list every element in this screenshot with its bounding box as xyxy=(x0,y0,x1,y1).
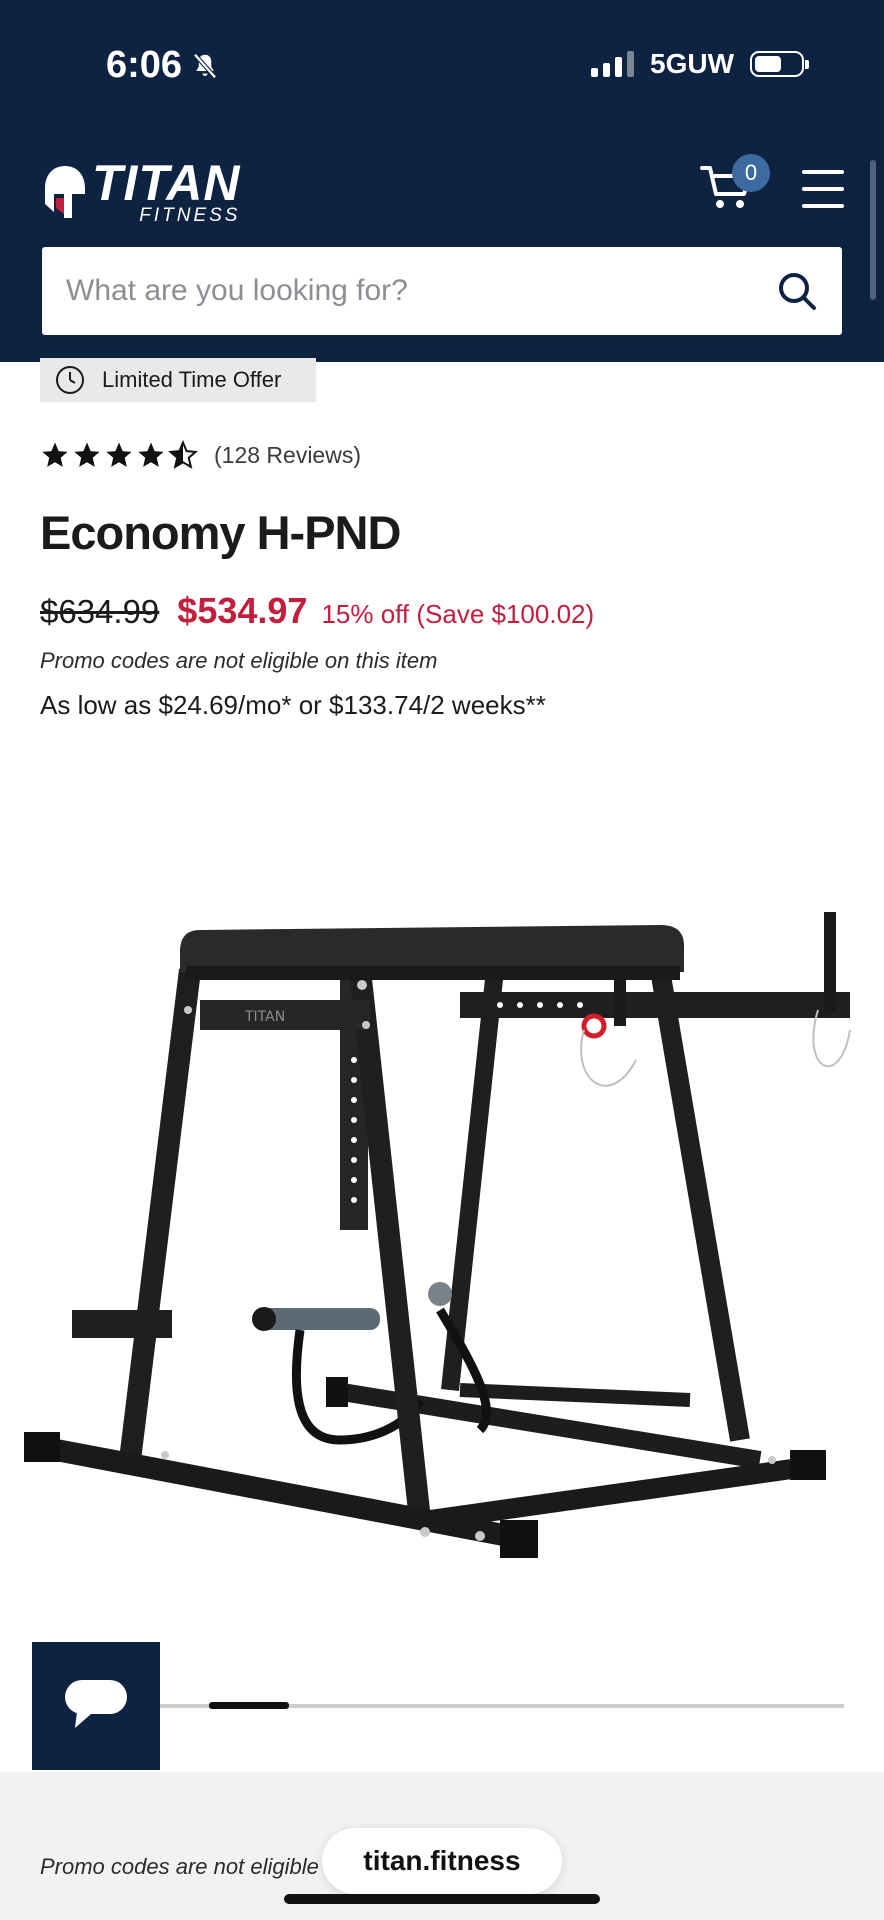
cart-count-badge[interactable]: 0 xyxy=(732,154,770,192)
limited-offer-badge: Limited Time Offer xyxy=(40,358,316,402)
page-scrollbar[interactable] xyxy=(870,160,876,300)
original-price: $634.99 xyxy=(40,593,160,630)
product-title: Economy H-PND xyxy=(40,506,401,559)
chat-button[interactable] xyxy=(32,1642,160,1770)
clock-icon xyxy=(56,366,84,394)
promo-note-repeat: Promo codes are not eligible xyxy=(40,1854,319,1879)
rating-stars[interactable]: (128 Reviews) xyxy=(40,440,361,470)
half-star-icon xyxy=(168,440,198,469)
signal-icon xyxy=(591,51,634,77)
helmet-logo-icon xyxy=(45,165,85,218)
search-icon[interactable] xyxy=(776,270,818,312)
offer-label: Limited Time Offer xyxy=(102,367,282,392)
gallery-slider-thumb[interactable] xyxy=(208,1702,289,1709)
star-icon xyxy=(138,442,164,467)
review-count-link[interactable]: (128 Reviews) xyxy=(214,442,361,469)
site-header: 6:06 5GUW TITAN FITNESS 0 What are you l… xyxy=(0,0,884,362)
status-time: 6:06 xyxy=(106,44,220,87)
promo-note: Promo codes are not eligible on this ite… xyxy=(40,648,438,673)
price-row: $634.99 $534.97 15% off (Save $100.02) xyxy=(40,590,594,632)
network-label: 5GUW xyxy=(650,48,734,79)
menu-icon[interactable] xyxy=(802,170,844,208)
home-indicator[interactable] xyxy=(284,1894,600,1904)
search-input[interactable]: What are you looking for? xyxy=(66,274,776,308)
status-indicators: 5GUW xyxy=(591,48,809,80)
financing-text[interactable]: As low as $24.69/mo* or $133.74/2 weeks*… xyxy=(40,690,546,721)
star-icon xyxy=(74,442,100,467)
titan-fitness-logo[interactable]: TITAN FITNESS xyxy=(42,158,240,225)
star-icon xyxy=(106,442,132,467)
product-image[interactable]: TITAN xyxy=(0,880,884,1600)
search-bar[interactable]: What are you looking for? xyxy=(42,247,842,335)
star-icon xyxy=(42,442,68,467)
sale-price: $534.97 xyxy=(177,590,308,631)
status-time-text: 6:06 xyxy=(106,44,183,86)
muted-bell-icon xyxy=(193,52,217,79)
logo-main-text: TITAN xyxy=(92,155,241,211)
chat-icon xyxy=(65,1680,127,1728)
discount-label: 15% off (Save $100.02) xyxy=(321,599,595,629)
url-bar[interactable]: titan.fitness xyxy=(322,1828,562,1894)
frame-brand-label: TITAN xyxy=(244,1009,285,1025)
battery-icon xyxy=(750,51,809,77)
